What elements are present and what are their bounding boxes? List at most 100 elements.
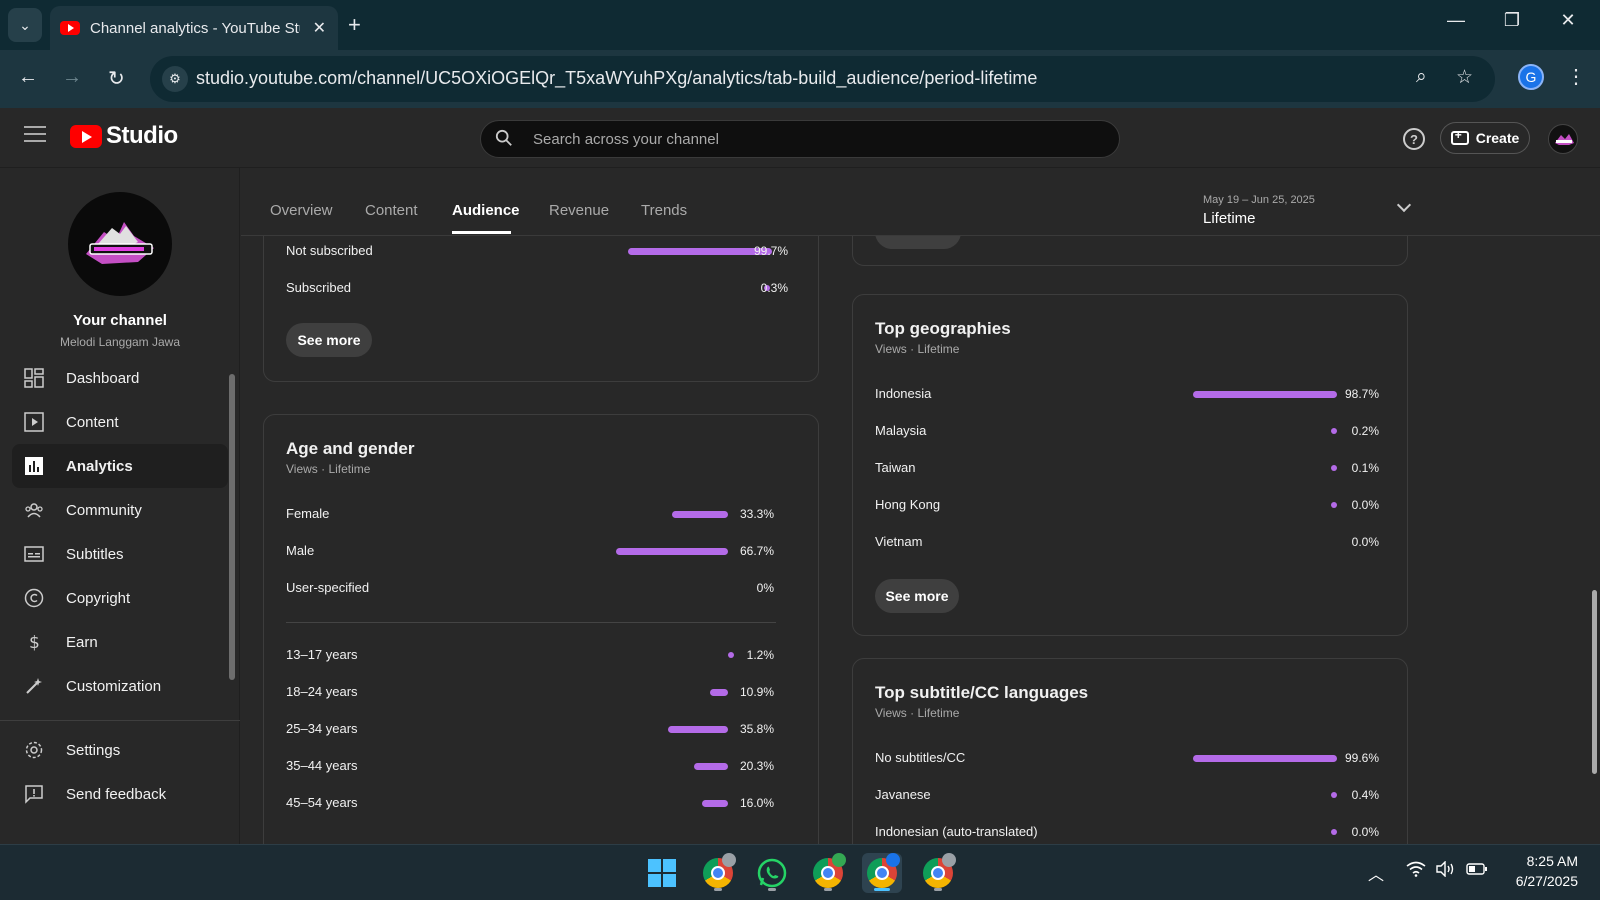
create-button[interactable]: Create	[1440, 122, 1530, 154]
tab-trends[interactable]: Trends	[641, 202, 687, 219]
settings-icon	[25, 741, 43, 759]
youtube-logo-icon[interactable]	[70, 125, 102, 148]
menu-icon[interactable]	[24, 126, 46, 144]
chrome-icon[interactable]	[808, 853, 848, 893]
tab-revenue[interactable]: Revenue	[549, 202, 609, 219]
volume-icon[interactable]	[1436, 860, 1456, 882]
windows-taskbar: ︿ 8:25 AM 6/27/2025	[0, 844, 1600, 900]
row-pct: 99.7%	[753, 244, 788, 258]
help-icon[interactable]: ?	[1403, 128, 1425, 150]
see-more-button[interactable]: See more	[286, 323, 372, 357]
minimize-button[interactable]: —	[1436, 10, 1476, 31]
sidebar-item-customization[interactable]: Customization	[12, 664, 228, 708]
back-icon[interactable]: ←	[18, 66, 38, 89]
subtitles-icon	[24, 546, 44, 562]
row-pct: 0%	[756, 581, 774, 595]
reload-icon[interactable]: ↻	[108, 66, 125, 91]
sidebar-item-send-feedback[interactable]: Send feedback	[12, 772, 228, 816]
row-label: Subscribed	[286, 280, 352, 295]
clock-date[interactable]: 6/27/2025	[1500, 873, 1578, 889]
profile-avatar[interactable]: G	[1518, 64, 1544, 90]
studio-logo-text[interactable]: Studio	[106, 122, 178, 150]
address-bar[interactable]: ⚙ studio.youtube.com/channel/UC5OXiOGElQ…	[150, 56, 1495, 102]
sidebar-item-analytics[interactable]: Analytics	[12, 444, 228, 488]
create-video-icon	[1450, 128, 1469, 145]
row-pct: 66.7%	[739, 544, 774, 558]
card-subtitle: Views · Lifetime	[875, 342, 960, 356]
sidebar-item-label: Settings	[66, 741, 121, 759]
new-tab-button[interactable]: +	[348, 12, 361, 38]
studio-header: Studio Search across your channel ? Crea…	[0, 108, 1600, 168]
browser-tab-bar: ⌄ Channel analytics - YouTube Studio ✕ +…	[0, 0, 1600, 50]
sidebar-item-settings[interactable]: Settings	[12, 728, 228, 772]
restore-button[interactable]: ❐	[1492, 10, 1532, 31]
row-pct: 0.1%	[1351, 461, 1379, 475]
battery-icon[interactable]	[1466, 861, 1488, 882]
channel-name: Melodi Langgam Jawa	[59, 335, 181, 349]
bookmark-star-icon[interactable]: ☆	[1456, 66, 1473, 89]
url-text: studio.youtube.com/channel/UC5OXiOGElQr_…	[196, 68, 1038, 88]
whatsapp-icon[interactable]	[752, 853, 792, 893]
row-label: Malaysia	[875, 423, 927, 438]
active-tab-underline	[452, 231, 511, 234]
age-and-gender-card: Age and gender Views · Lifetime Female 3…	[263, 414, 819, 844]
sidebar-item-label: Content	[66, 413, 119, 431]
row-label: User-specified	[286, 580, 370, 595]
card-subtitle: Views · Lifetime	[875, 706, 960, 720]
sidebar-item-dashboard[interactable]: Dashboard	[12, 356, 228, 400]
chrome-icon[interactable]	[862, 853, 902, 893]
tab-audience[interactable]: Audience	[452, 202, 520, 219]
sidebar-item-subtitles[interactable]: Subtitles	[12, 532, 228, 576]
row-label: Hong Kong	[875, 497, 941, 512]
site-info-icon[interactable]: ⚙	[162, 66, 188, 92]
row-label: Indonesian (auto-translated)	[875, 824, 1038, 839]
clock-time[interactable]: 8:25 AM	[1518, 853, 1578, 869]
chevron-up-icon[interactable]: ︿	[1368, 861, 1384, 885]
row-pct: 0.0%	[1351, 825, 1379, 839]
channel-avatar[interactable]	[68, 192, 172, 296]
row-pct: 20.3%	[739, 759, 774, 773]
tab-title: Channel analytics - YouTube Studio	[90, 19, 300, 37]
main-scrollbar[interactable]	[1592, 590, 1597, 774]
sidebar: Your channel Melodi Langgam Jawa Dashboa…	[0, 168, 240, 844]
tab-content[interactable]: Content	[365, 202, 418, 219]
tab-search-button[interactable]: ⌄	[8, 8, 42, 42]
analytics-tabs: Overview Content Audience Revenue Trends…	[241, 168, 1600, 236]
sidebar-item-label: Send feedback	[66, 785, 167, 803]
zoom-icon[interactable]: ⌕	[1416, 66, 1427, 88]
main-content: Not subscribed 99.7% Subscribed 0.3% See…	[241, 168, 1600, 844]
see-more-button[interactable]: See more	[875, 579, 959, 613]
browser-menu-icon[interactable]: ⋮	[1566, 64, 1586, 89]
card-subtitle: Views · Lifetime	[286, 462, 371, 476]
period-selector[interactable]: May 19 – Jun 25, 2025 Lifetime	[1191, 176, 1431, 232]
tab-overview[interactable]: Overview	[270, 202, 333, 219]
wifi-icon[interactable]	[1406, 861, 1426, 882]
period-label: Lifetime	[1203, 210, 1256, 227]
sidebar-item-label: Copyright	[66, 589, 131, 607]
chrome-icon[interactable]	[918, 853, 958, 893]
forward-icon[interactable]: →	[62, 66, 82, 89]
row-label: Female	[286, 506, 330, 521]
channel-title: Your channel	[73, 312, 167, 329]
sidebar-item-earn[interactable]: $ Earn	[12, 620, 228, 664]
youtube-favicon-icon	[60, 21, 80, 35]
browser-tab[interactable]: Channel analytics - YouTube Studio ✕	[50, 6, 338, 50]
sidebar-item-content[interactable]: Content	[12, 400, 228, 444]
chrome-icon[interactable]	[698, 853, 738, 893]
row-bar	[1193, 755, 1337, 762]
start-icon[interactable]	[642, 853, 682, 893]
customization-icon	[26, 678, 42, 694]
sidebar-scrollbar[interactable]	[229, 374, 235, 680]
top-geographies-card: Top geographies Views · Lifetime Indones…	[852, 294, 1408, 636]
row-label: Javanese	[875, 787, 931, 802]
row-pct: 1.2%	[746, 648, 774, 662]
tab-close-icon[interactable]: ✕	[313, 18, 326, 38]
row-label: 35–44 years	[286, 758, 358, 773]
account-avatar[interactable]	[1548, 124, 1578, 154]
close-window-button[interactable]: ✕	[1548, 10, 1588, 31]
search-input[interactable]: Search across your channel	[480, 120, 1120, 158]
card-title: Age and gender	[286, 439, 415, 458]
sidebar-item-label: Subtitles	[66, 545, 124, 563]
sidebar-item-community[interactable]: Community	[12, 488, 228, 532]
sidebar-item-copyright[interactable]: Copyright	[12, 576, 228, 620]
